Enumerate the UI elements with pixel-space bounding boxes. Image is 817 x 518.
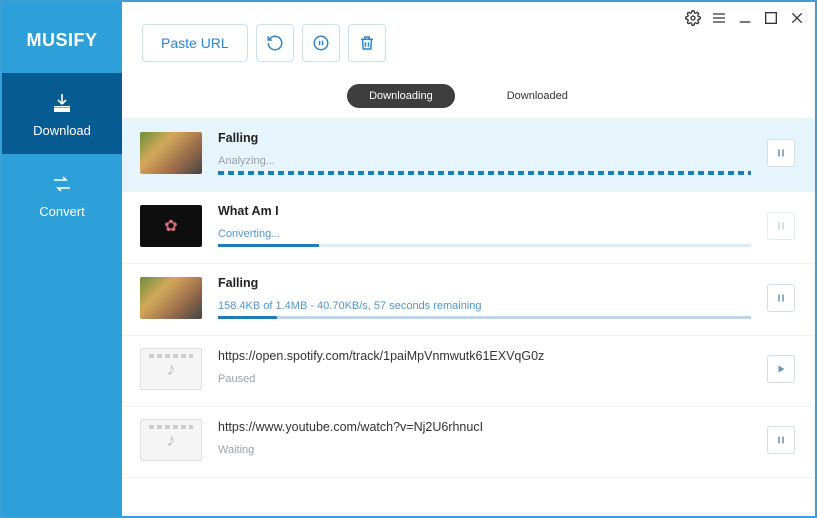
pause-icon: [775, 147, 787, 159]
list-item: Falling Analyzing...: [122, 119, 815, 192]
list-item: Falling 158.4KB of 1.4MB - 40.70KB/s, 57…: [122, 264, 815, 336]
thumbnail: ♪: [140, 348, 202, 390]
pause-button[interactable]: [767, 139, 795, 167]
pause-icon: [775, 220, 787, 232]
maximize-icon[interactable]: [761, 8, 781, 33]
item-status: Paused: [218, 373, 751, 385]
pause-circle-icon: [312, 34, 330, 52]
resume-button[interactable]: [767, 355, 795, 383]
item-status: Waiting: [218, 444, 751, 456]
download-list: Falling Analyzing... What Am I Convertin…: [122, 119, 815, 516]
list-item: ♪ https://open.spotify.com/track/1paiMpV…: [122, 336, 815, 407]
item-title: Falling: [218, 276, 751, 290]
thumbnail: [140, 205, 202, 247]
pause-icon: [775, 292, 787, 304]
pause-all-button[interactable]: [302, 24, 340, 62]
nav-download-label: Download: [33, 123, 91, 138]
minimize-icon[interactable]: [735, 8, 755, 33]
item-info: Falling 158.4KB of 1.4MB - 40.70KB/s, 57…: [218, 276, 751, 319]
thumbnail: [140, 132, 202, 174]
pause-icon: [775, 434, 787, 446]
thumbnail: [140, 277, 202, 319]
nav-convert[interactable]: Convert: [2, 154, 122, 235]
titlebar: [683, 8, 807, 33]
item-title: https://www.youtube.com/watch?v=Nj2U6rhn…: [218, 420, 751, 434]
sidebar: MUSIFY Download Convert: [2, 2, 122, 516]
tab-downloaded[interactable]: Downloaded: [485, 84, 590, 108]
delete-button[interactable]: [348, 24, 386, 62]
tab-downloading[interactable]: Downloading: [347, 84, 455, 108]
item-title: Falling: [218, 131, 751, 145]
item-title: https://open.spotify.com/track/1paiMpVnm…: [218, 349, 751, 363]
item-status: 158.4KB of 1.4MB - 40.70KB/s, 57 seconds…: [218, 300, 751, 312]
download-icon: [50, 91, 74, 115]
retry-icon: [266, 34, 284, 52]
item-title: What Am I: [218, 204, 751, 218]
nav-convert-label: Convert: [39, 204, 85, 219]
progress-bar: [218, 171, 751, 175]
thumbnail: ♪: [140, 419, 202, 461]
trash-icon: [358, 34, 376, 52]
list-item: What Am I Converting...: [122, 192, 815, 264]
item-info: What Am I Converting...: [218, 204, 751, 247]
main: Paste URL Downloading Downloaded Falling…: [122, 2, 815, 516]
item-info: https://open.spotify.com/track/1paiMpVnm…: [218, 349, 751, 389]
convert-icon: [50, 172, 74, 196]
paste-url-button[interactable]: Paste URL: [142, 24, 248, 62]
menu-icon[interactable]: [709, 8, 729, 33]
play-icon: [775, 363, 787, 375]
pause-button[interactable]: [767, 284, 795, 312]
item-status: Converting...: [218, 228, 751, 240]
item-info: https://www.youtube.com/watch?v=Nj2U6rhn…: [218, 420, 751, 460]
app-logo: MUSIFY: [2, 2, 122, 73]
pause-button[interactable]: [767, 426, 795, 454]
nav-download[interactable]: Download: [2, 73, 122, 154]
list-item: ♪ https://www.youtube.com/watch?v=Nj2U6r…: [122, 407, 815, 478]
tabs: Downloading Downloaded: [122, 78, 815, 119]
pause-button[interactable]: [767, 212, 795, 240]
nav: Download Convert: [2, 73, 122, 235]
progress-bar: [218, 316, 751, 319]
item-status: Analyzing...: [218, 155, 751, 167]
close-icon[interactable]: [787, 8, 807, 33]
progress-bar: [218, 244, 751, 247]
item-info: Falling Analyzing...: [218, 131, 751, 175]
settings-icon[interactable]: [683, 8, 703, 33]
retry-button[interactable]: [256, 24, 294, 62]
